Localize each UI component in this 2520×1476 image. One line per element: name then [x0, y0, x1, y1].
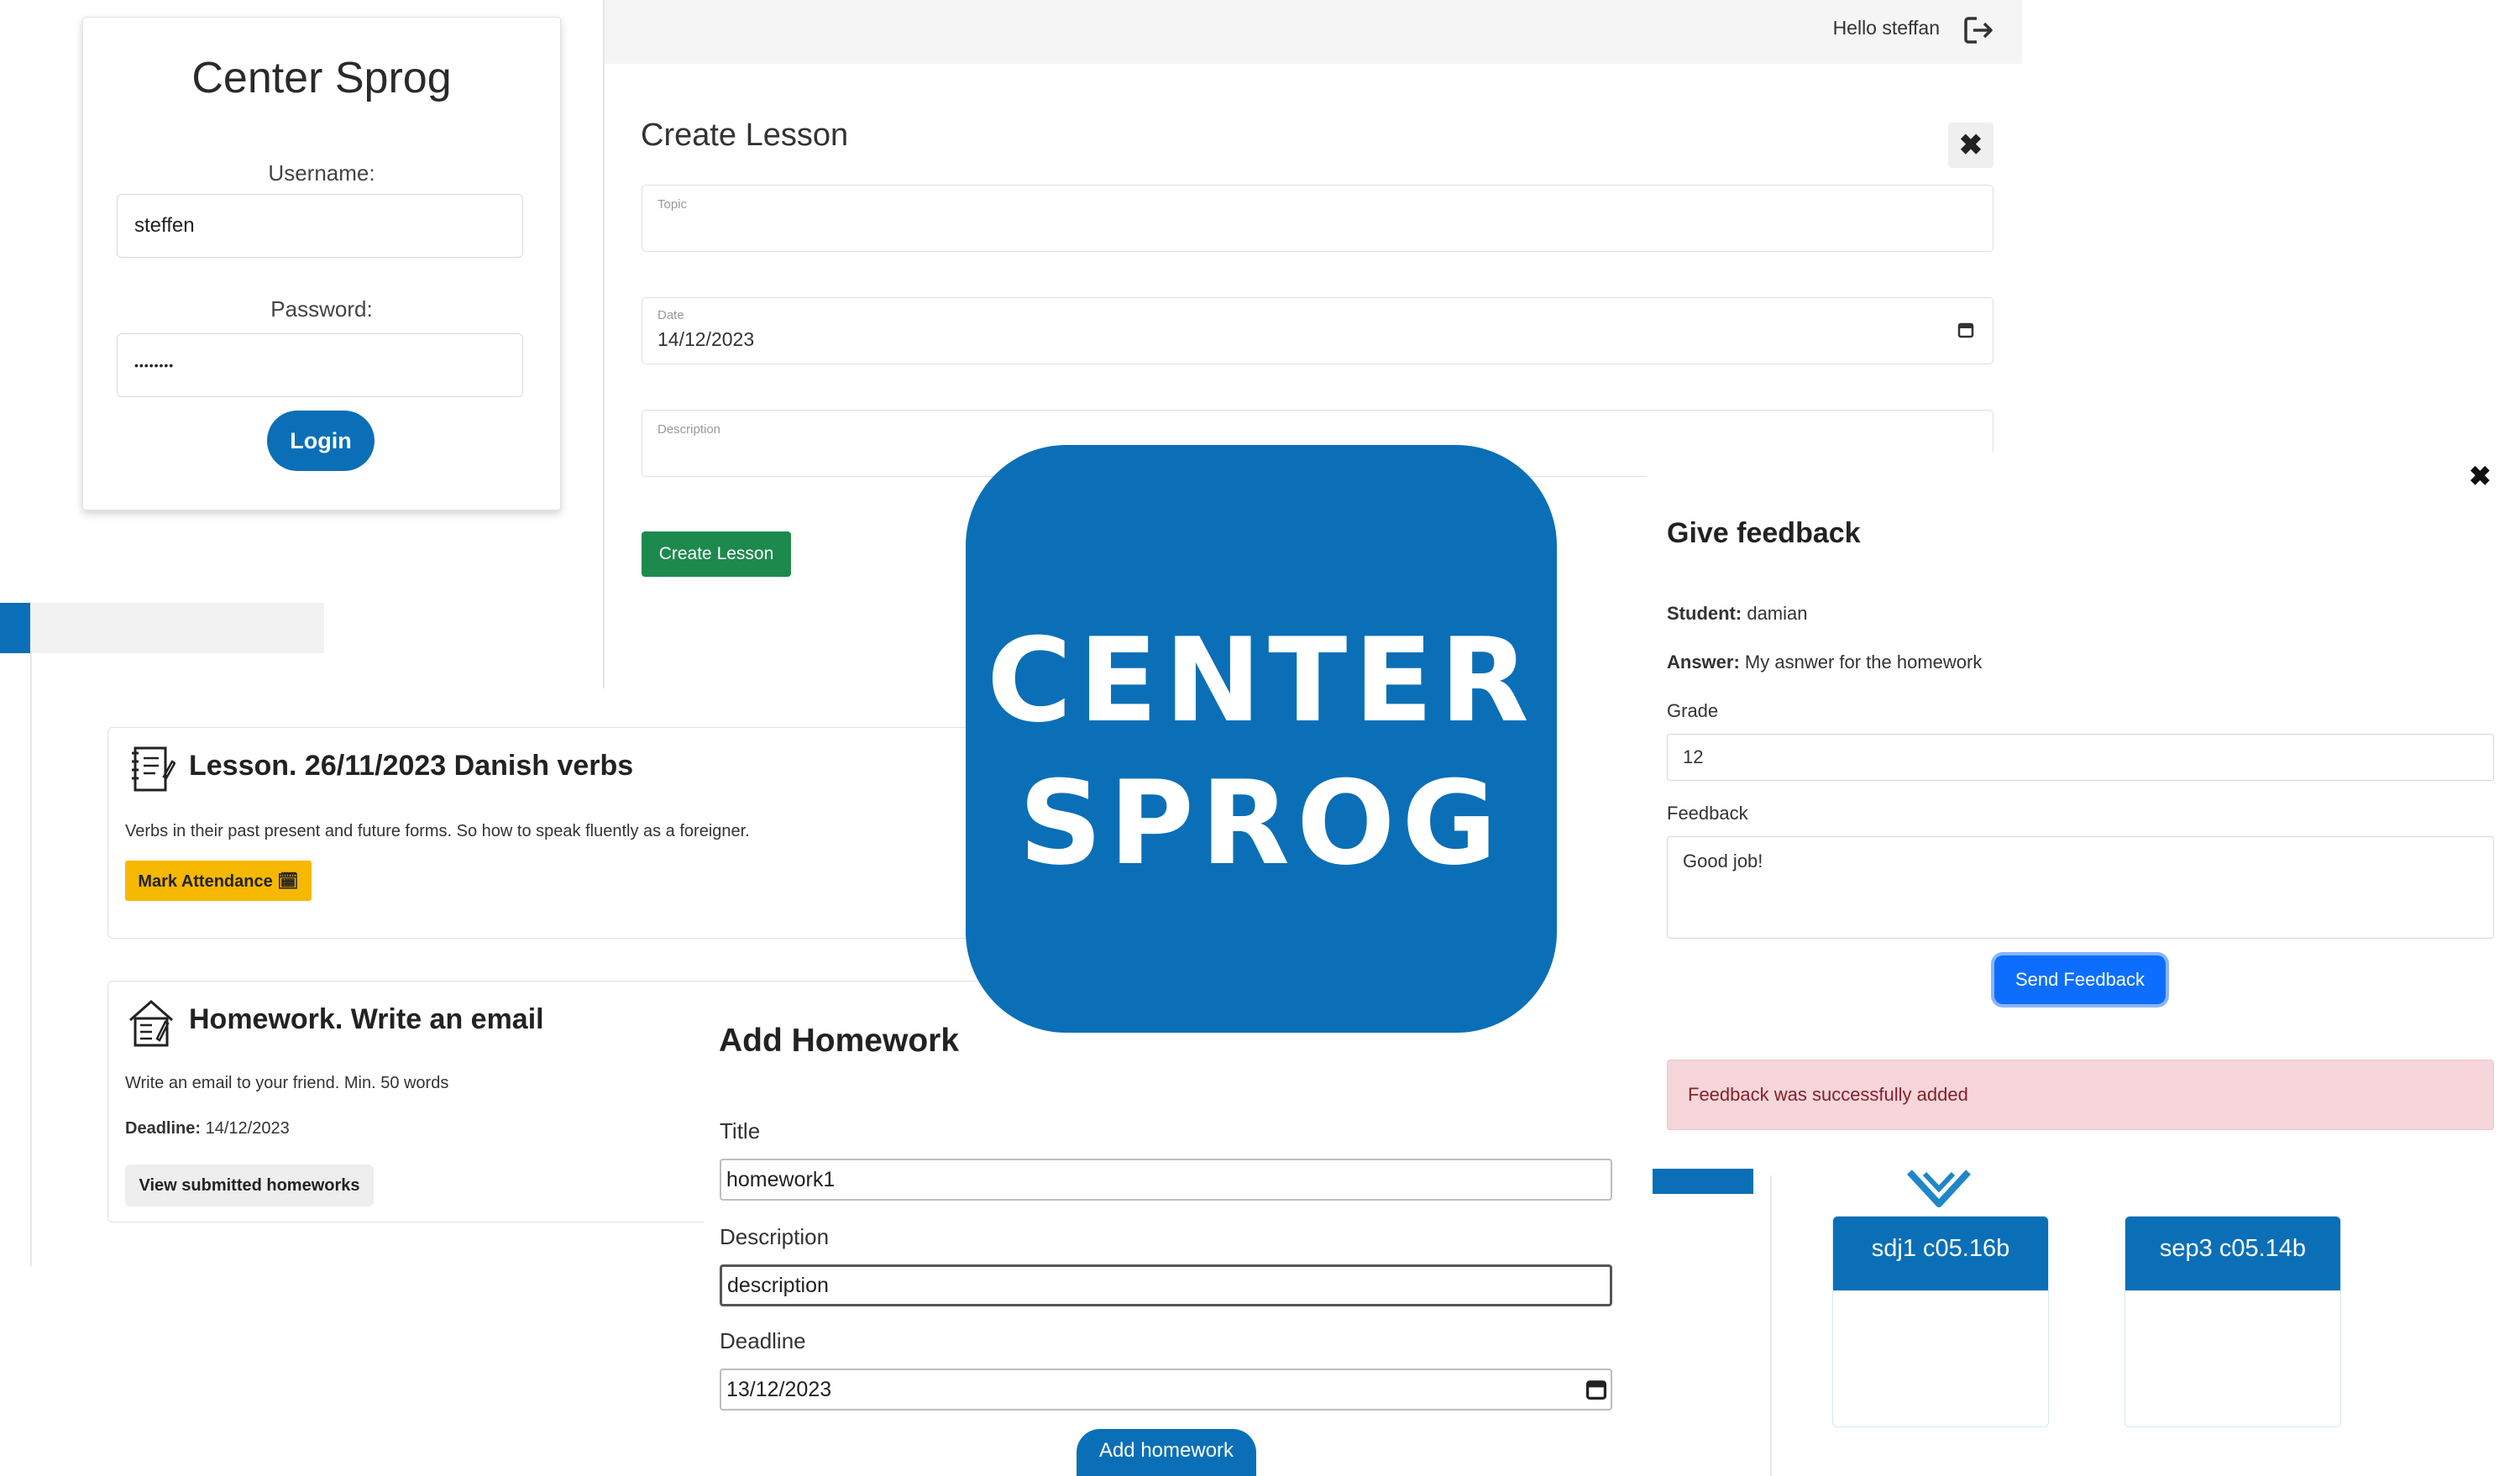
user-greeting: Hello steffan: [1832, 17, 1940, 39]
answer-label: Answer:: [1667, 652, 1740, 673]
add-homework-button[interactable]: Add homework: [1077, 1429, 1256, 1476]
feedback-title: Give feedback: [1667, 517, 1861, 549]
login-title: Center Sprog: [191, 54, 452, 102]
house-homework-icon: [127, 997, 176, 1049]
student-label: Student:: [1667, 603, 1742, 624]
class-card[interactable]: sep3 c05.14b: [2124, 1216, 2341, 1427]
hw-title-label: Title: [720, 1118, 761, 1144]
create-lesson-button[interactable]: Create Lesson: [642, 531, 791, 577]
grade-input[interactable]: 12: [1667, 734, 2494, 781]
username-label: Username:: [268, 160, 375, 186]
date-field[interactable]: Date 14/12/2023: [642, 297, 1993, 364]
calendar-icon[interactable]: [1585, 1379, 1607, 1400]
password-label: Password:: [270, 296, 373, 322]
hw-deadline-input[interactable]: 13/12/2023: [720, 1369, 1612, 1411]
class-card[interactable]: sdj1 c05.16b: [1832, 1216, 2049, 1427]
feedback-textarea[interactable]: Good job!: [1667, 836, 2494, 939]
classes-accent: [1653, 1169, 1753, 1194]
username-input[interactable]: steffen: [117, 194, 523, 258]
hw-title-input[interactable]: homework1: [720, 1159, 1612, 1201]
sidebar-header: [30, 603, 324, 653]
sidebar-accent: [0, 603, 30, 653]
class-name: sdj1 c05.16b: [1833, 1217, 2048, 1290]
description-label: Description: [658, 422, 721, 437]
logo-line-2: SPROG: [1019, 756, 1504, 891]
lesson-title: Lesson. 26/11/2023 Danish verbs: [189, 750, 634, 782]
login-card: Center Sprog Username: steffen Password:…: [82, 17, 561, 510]
feedback-label: Feedback: [1667, 803, 1748, 824]
lesson-description: Verbs in their past present and future f…: [125, 822, 750, 840]
content-divider: [603, 0, 605, 688]
answer-value: My asnwer for the homework: [1744, 652, 1983, 673]
date-value: 14/12/2023: [658, 328, 755, 350]
close-icon[interactable]: ✖: [1948, 123, 1993, 168]
topic-label: Topic: [658, 197, 688, 212]
homework-deadline: Deadline: 14/12/2023: [125, 1119, 290, 1138]
center-sprog-logo: CENTER SPROG: [966, 445, 1557, 1033]
mark-attendance-button[interactable]: Mark Attendance 🗓: [125, 861, 312, 901]
notebook-icon: [127, 743, 176, 795]
lesson-card: Lesson. 26/11/2023 Danish verbs Verbs in…: [107, 727, 1016, 939]
student-line: Student: damian: [1667, 603, 1807, 625]
deadline-value: 14/12/2023: [205, 1119, 290, 1138]
calendar-icon[interactable]: [1957, 322, 1974, 338]
list-divider: [30, 653, 32, 1266]
hw-description-input[interactable]: description: [720, 1264, 1612, 1306]
classes-divider: [1770, 1175, 1772, 1476]
logout-icon[interactable]: [1962, 13, 1995, 47]
chevron-down-icon[interactable]: [1906, 1169, 1972, 1207]
date-label: Date: [658, 308, 684, 322]
success-alert: Feedback was successfully added: [1667, 1060, 2494, 1130]
deadline-label: Deadline:: [125, 1119, 202, 1138]
homework-title: Homework. Write an email: [189, 1003, 544, 1035]
topic-field[interactable]: Topic: [642, 185, 1993, 252]
homework-description: Write an email to your friend. Min. 50 w…: [125, 1074, 449, 1092]
hw-deadline-value: 13/12/2023: [726, 1377, 832, 1401]
create-lesson-title: Create Lesson: [641, 118, 849, 153]
answer-line: Answer: My asnwer for the homework: [1667, 652, 1982, 673]
student-value: damian: [1747, 603, 1808, 624]
hw-deadline-label: Deadline: [720, 1328, 806, 1353]
login-button[interactable]: Login: [267, 411, 375, 471]
close-icon[interactable]: ✖: [2469, 460, 2491, 492]
grade-label: Grade: [1667, 700, 1719, 721]
class-name: sep3 c05.14b: [2125, 1217, 2340, 1290]
top-bar: Hello steffan: [603, 0, 2022, 64]
hw-description-label: Description: [720, 1224, 830, 1249]
send-feedback-button[interactable]: Send Feedback: [1994, 955, 2166, 1004]
password-input[interactable]: ••••••••: [117, 333, 523, 397]
view-submitted-homeworks-button[interactable]: View submitted homeworks: [125, 1165, 374, 1206]
add-homework-title: Add Homework: [719, 1023, 960, 1059]
logo-line-1: CENTER: [987, 613, 1536, 748]
